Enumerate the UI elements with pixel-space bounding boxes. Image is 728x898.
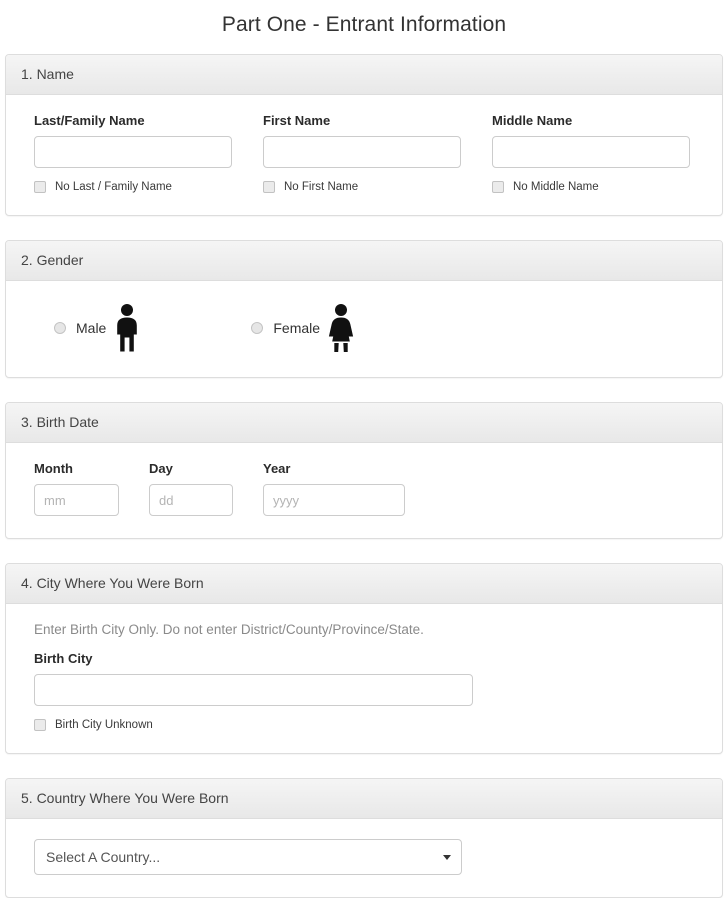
field-group-first-name: First Name No First Name [263,113,492,193]
panel-name: 1. Name Last/Family Name No Last / Famil… [5,54,723,216]
panel-body-birth-date: Month Day Year [6,443,722,538]
panel-heading-birth-date: 3. Birth Date [6,403,722,443]
panel-title-name: 1. Name [21,66,707,82]
gender-option-male[interactable]: Male [54,303,140,353]
birth-city-input[interactable] [34,674,473,706]
male-pictogram-icon [114,303,140,353]
field-group-day: Day [149,461,233,516]
panel-heading-birth-city: 4. City Where You Were Born [6,564,722,604]
last-name-label: Last/Family Name [34,113,263,128]
birth-city-unknown-checkbox[interactable] [34,719,46,731]
birth-city-unknown-checkbox-row[interactable]: Birth City Unknown [34,719,694,731]
country-select-value: Select A Country... [46,849,160,865]
panel-body-name: Last/Family Name No Last / Family Name F… [6,95,722,215]
page-title: Part One - Entrant Information [0,0,728,54]
panel-heading-name: 1. Name [6,55,722,95]
birth-date-fields-row: Month Day Year [34,461,694,516]
field-group-year: Year [263,461,405,516]
female-radio[interactable] [251,322,263,334]
male-label: Male [76,320,106,336]
name-fields-row: Last/Family Name No Last / Family Name F… [34,113,694,193]
month-label: Month [34,461,119,476]
panel-title-birth-city: 4. City Where You Were Born [21,575,707,591]
middle-name-input[interactable] [492,136,690,168]
birth-city-unknown-label: Birth City Unknown [55,719,153,731]
field-group-last-name: Last/Family Name No Last / Family Name [34,113,263,193]
panel-title-birth-country: 5. Country Where You Were Born [21,790,707,806]
panel-body-birth-country: Select A Country... [6,819,722,897]
country-select[interactable]: Select A Country... [34,839,462,875]
no-last-name-label: No Last / Family Name [55,181,172,193]
no-middle-name-label: No Middle Name [513,181,599,193]
no-last-name-checkbox[interactable] [34,181,46,193]
day-label: Day [149,461,233,476]
panel-birth-city: 4. City Where You Were Born Enter Birth … [5,563,723,754]
panel-body-birth-city: Enter Birth City Only. Do not enter Dist… [6,604,722,753]
day-input[interactable] [149,484,233,516]
panel-birth-date: 3. Birth Date Month Day Year [5,402,723,539]
country-select-wrapper[interactable]: Select A Country... [34,839,462,875]
month-input[interactable] [34,484,119,516]
no-first-name-label: No First Name [284,181,358,193]
gender-option-female[interactable]: Female [251,303,354,353]
panel-title-birth-date: 3. Birth Date [21,414,707,430]
panel-gender: 2. Gender Male Female [5,240,723,378]
middle-name-label: Middle Name [492,113,721,128]
field-group-month: Month [34,461,119,516]
no-last-name-checkbox-row[interactable]: No Last / Family Name [34,181,263,193]
birth-city-helper-text: Enter Birth City Only. Do not enter Dist… [34,622,694,637]
panel-body-gender: Male Female [6,281,722,377]
panel-birth-country: 5. Country Where You Were Born Select A … [5,778,723,898]
no-middle-name-checkbox[interactable] [492,181,504,193]
male-radio[interactable] [54,322,66,334]
year-input[interactable] [263,484,405,516]
panel-title-gender: 2. Gender [21,252,707,268]
year-label: Year [263,461,405,476]
field-group-middle-name: Middle Name No Middle Name [492,113,721,193]
first-name-label: First Name [263,113,492,128]
birth-city-label: Birth City [34,651,694,666]
panel-heading-gender: 2. Gender [6,241,722,281]
female-label: Female [273,320,320,336]
female-pictogram-icon [328,303,354,353]
panel-heading-birth-country: 5. Country Where You Were Born [6,779,722,819]
first-name-input[interactable] [263,136,461,168]
no-first-name-checkbox[interactable] [263,181,275,193]
no-first-name-checkbox-row[interactable]: No First Name [263,181,492,193]
no-middle-name-checkbox-row[interactable]: No Middle Name [492,181,721,193]
last-name-input[interactable] [34,136,232,168]
